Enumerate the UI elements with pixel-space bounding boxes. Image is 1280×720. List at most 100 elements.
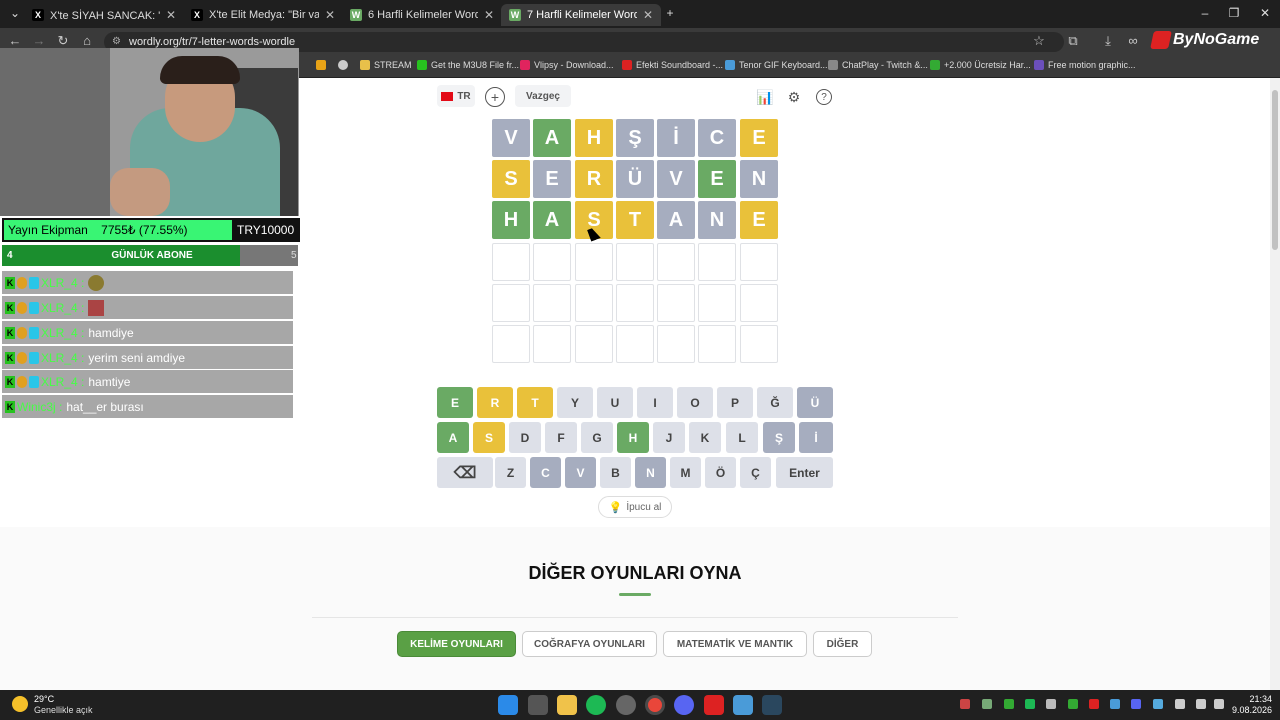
keyboard-key[interactable]: Ü [797, 387, 833, 418]
bookmark-item[interactable]: Free motion graphic... [1034, 60, 1136, 70]
microphone-icon[interactable] [1175, 699, 1185, 709]
maximize-button[interactable]: ❐ [1219, 6, 1249, 20]
give-up-button[interactable]: Vazgeç [515, 85, 571, 107]
keyboard-key[interactable]: Ç [740, 457, 771, 488]
tray-icon[interactable] [960, 699, 970, 709]
keyboard-key[interactable]: F [545, 422, 577, 453]
tray-icon[interactable] [982, 699, 992, 709]
keyboard-key[interactable]: E [437, 387, 473, 418]
home-icon[interactable]: ⌂ [78, 33, 96, 48]
network-icon[interactable] [1196, 699, 1206, 709]
keyboard-key[interactable]: K [689, 422, 721, 453]
language-button[interactable]: TR [437, 85, 475, 107]
keyboard-key[interactable]: H [617, 422, 649, 453]
bookmark-item[interactable]: Efekti Soundboard -... [622, 60, 723, 70]
bookmark-icon[interactable] [338, 60, 348, 70]
keyboard-key[interactable]: Ö [705, 457, 736, 488]
steam-icon[interactable] [762, 695, 782, 715]
help-question-icon[interactable]: ? [816, 89, 832, 105]
reload-icon[interactable]: ↻ [54, 33, 72, 49]
extensions-icon[interactable]: ⧉ [1064, 33, 1082, 49]
tab-geography-games[interactable]: COĞRAFYA OYUNLARI [522, 631, 657, 657]
app-icon[interactable] [704, 695, 724, 715]
browser-tab[interactable]: X X'te SİYAH SANCAK: "🇹🇷 İstanb ✕ [24, 4, 184, 26]
download-icon[interactable]: ⤓ [1099, 33, 1117, 49]
enter-key[interactable]: Enter [776, 457, 833, 488]
link-icon[interactable]: ∞ [1124, 33, 1142, 48]
keyboard-key[interactable]: Z [495, 457, 526, 488]
keyboard-key[interactable]: U [597, 387, 633, 418]
bookmark-item[interactable]: STREAM [360, 60, 412, 70]
start-windows-icon[interactable] [498, 695, 518, 715]
backspace-key[interactable]: ⌫ [437, 457, 493, 488]
browser-tab[interactable]: W 6 Harfli Kelimeler Wordle - Çev ✕ [342, 4, 502, 26]
task-view-icon[interactable] [528, 695, 548, 715]
keyboard-key[interactable]: A [437, 422, 469, 453]
bookmark-item[interactable]: Tenor GIF Keyboard... [725, 60, 828, 70]
site-info-icon[interactable]: ⚙ [112, 36, 121, 47]
keyboard-key[interactable]: M [670, 457, 701, 488]
close-window-button[interactable]: ✕ [1250, 6, 1280, 20]
discord-icon[interactable] [674, 695, 694, 715]
keyboard-key[interactable]: R [477, 387, 513, 418]
weather-temp[interactable]: 29°C [34, 694, 54, 704]
stats-icon[interactable]: 📊 [754, 86, 776, 108]
keyboard-key[interactable]: O [677, 387, 713, 418]
tab-close-icon[interactable]: ✕ [166, 8, 176, 22]
tab-other[interactable]: DİĞER [813, 631, 872, 657]
keyboard-key[interactable]: I [637, 387, 673, 418]
clock-time[interactable]: 21:34 [1232, 694, 1272, 704]
clock-date[interactable]: 9.08.2026 [1232, 705, 1272, 715]
bynogame-logo[interactable]: ByNoGame [1150, 31, 1259, 49]
keyboard-key[interactable]: L [726, 422, 758, 453]
browser-tab[interactable]: W 7 Harfli Kelimeler Wordle - Çev ✕ [501, 4, 661, 26]
volume-icon[interactable] [1214, 699, 1224, 709]
tab-close-icon[interactable]: ✕ [325, 8, 335, 22]
tab-close-icon[interactable]: ✕ [484, 8, 494, 22]
keyboard-key[interactable]: Y [557, 387, 593, 418]
file-explorer-icon[interactable] [557, 695, 577, 715]
hint-button[interactable]: 💡 İpucu al [598, 496, 672, 518]
tray-icon[interactable] [1153, 699, 1163, 709]
bookmark-icon[interactable] [316, 60, 326, 70]
keyboard-key[interactable]: T [517, 387, 553, 418]
tray-icon[interactable] [1025, 699, 1035, 709]
tray-icon[interactable] [1046, 699, 1056, 709]
weather-sun-icon[interactable] [12, 696, 28, 712]
bookmark-item[interactable]: +2.000 Ücretsiz Har... [930, 60, 1031, 70]
tray-icon[interactable] [1004, 699, 1014, 709]
new-tab-button[interactable]: + [655, 6, 685, 20]
tray-icon[interactable] [1068, 699, 1078, 709]
keyboard-key[interactable]: D [509, 422, 541, 453]
new-game-plus-icon[interactable]: + [485, 87, 505, 107]
keyboard-key[interactable]: Ş [763, 422, 795, 453]
keyboard-key[interactable]: P [717, 387, 753, 418]
keyboard-key[interactable]: Ğ [757, 387, 793, 418]
keyboard-key[interactable]: J [653, 422, 685, 453]
bookmark-item[interactable]: ChatPlay - Twitch &... [828, 60, 928, 70]
weather-desc[interactable]: Genellikle açık [34, 705, 93, 715]
bookmark-star-icon[interactable]: ☆ [1030, 33, 1048, 49]
minimize-button[interactable]: – [1190, 6, 1220, 20]
keyboard-key[interactable]: V [565, 457, 596, 488]
keyboard-key[interactable]: C [530, 457, 561, 488]
obs-icon[interactable] [616, 695, 636, 715]
keyboard-key[interactable]: S [473, 422, 505, 453]
scrollbar-thumb[interactable] [1272, 90, 1278, 250]
keyboard-key[interactable]: B [600, 457, 631, 488]
back-icon[interactable]: ← [6, 33, 24, 48]
keyboard-key[interactable]: G [581, 422, 613, 453]
keyboard-key[interactable]: N [635, 457, 666, 488]
tab-math-logic[interactable]: MATEMATİK VE MANTIK [663, 631, 807, 657]
tray-icon[interactable] [1110, 699, 1120, 709]
tab-close-icon[interactable]: ✕ [643, 8, 653, 22]
app-icon[interactable] [733, 695, 753, 715]
url-text[interactable]: wordly.org/tr/7-letter-words-wordle [129, 36, 295, 48]
tray-icon[interactable] [1131, 699, 1141, 709]
settings-gear-icon[interactable]: ⚙ [783, 86, 805, 108]
tray-icon[interactable] [1089, 699, 1099, 709]
browser-tab[interactable]: X X'te Elit Medya: "Bir vatandaşın ✕ [183, 4, 343, 26]
spotify-icon[interactable] [586, 695, 606, 715]
tab-word-games[interactable]: KELİME OYUNLARI [397, 631, 516, 657]
forward-icon[interactable]: → [30, 33, 48, 48]
